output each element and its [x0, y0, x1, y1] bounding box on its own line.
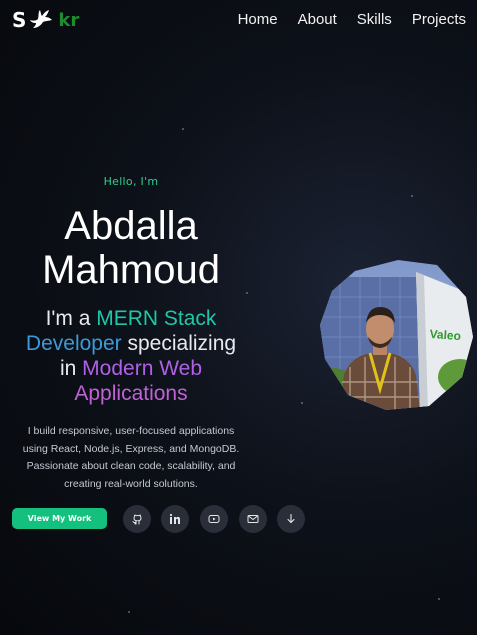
bird-icon	[30, 10, 53, 28]
tagline-applications: Applications	[74, 382, 188, 405]
hero-name: Abdalla Mahmoud	[0, 204, 262, 292]
profile-photo: Valeo	[320, 260, 473, 410]
tagline-prefix: I'm a	[45, 307, 97, 330]
linkedin-button[interactable]	[161, 505, 189, 533]
logo-suffix: kr	[58, 9, 80, 31]
logo[interactable]: S kr	[12, 8, 79, 32]
scroll-down-button[interactable]	[277, 505, 305, 533]
nav-about[interactable]: About	[298, 11, 337, 28]
youtube-button[interactable]	[200, 505, 228, 533]
navbar: S kr Home About Skills Projects	[0, 0, 477, 42]
star	[128, 611, 130, 613]
star	[182, 128, 184, 130]
photo-sign-text: Valeo	[429, 327, 461, 343]
tagline-mern: MERN Stack	[96, 307, 217, 330]
tagline-modern: Modern Web	[82, 357, 203, 380]
arrow-down-icon	[287, 513, 295, 524]
view-work-button[interactable]: View My Work	[12, 508, 107, 529]
tagline-specializing: specializing	[121, 332, 237, 355]
tagline-in: in	[59, 357, 83, 380]
github-icon	[132, 514, 142, 525]
star	[438, 598, 440, 600]
youtube-icon	[208, 515, 220, 523]
github-button[interactable]	[123, 505, 151, 533]
name-first: Abdalla	[64, 204, 198, 248]
mail-icon	[247, 515, 259, 523]
star	[246, 292, 248, 294]
nav-links: Home About Skills Projects	[238, 11, 466, 28]
nav-home[interactable]: Home	[238, 11, 278, 28]
greeting: Hello, I'm	[103, 175, 159, 188]
star	[411, 195, 413, 197]
mail-button[interactable]	[239, 505, 267, 533]
hero-description: I build responsive, user-focused applica…	[22, 425, 240, 490]
nav-projects[interactable]: Projects	[412, 11, 466, 28]
name-last: Mahmoud	[42, 248, 220, 292]
nav-skills[interactable]: Skills	[357, 11, 392, 28]
tagline-developer: Developer	[25, 332, 122, 355]
star	[301, 402, 303, 404]
hero-tagline: I'm a MERN Stack Developer specializing …	[0, 306, 262, 406]
linkedin-icon	[169, 513, 180, 524]
logo-letter: S	[12, 8, 27, 32]
